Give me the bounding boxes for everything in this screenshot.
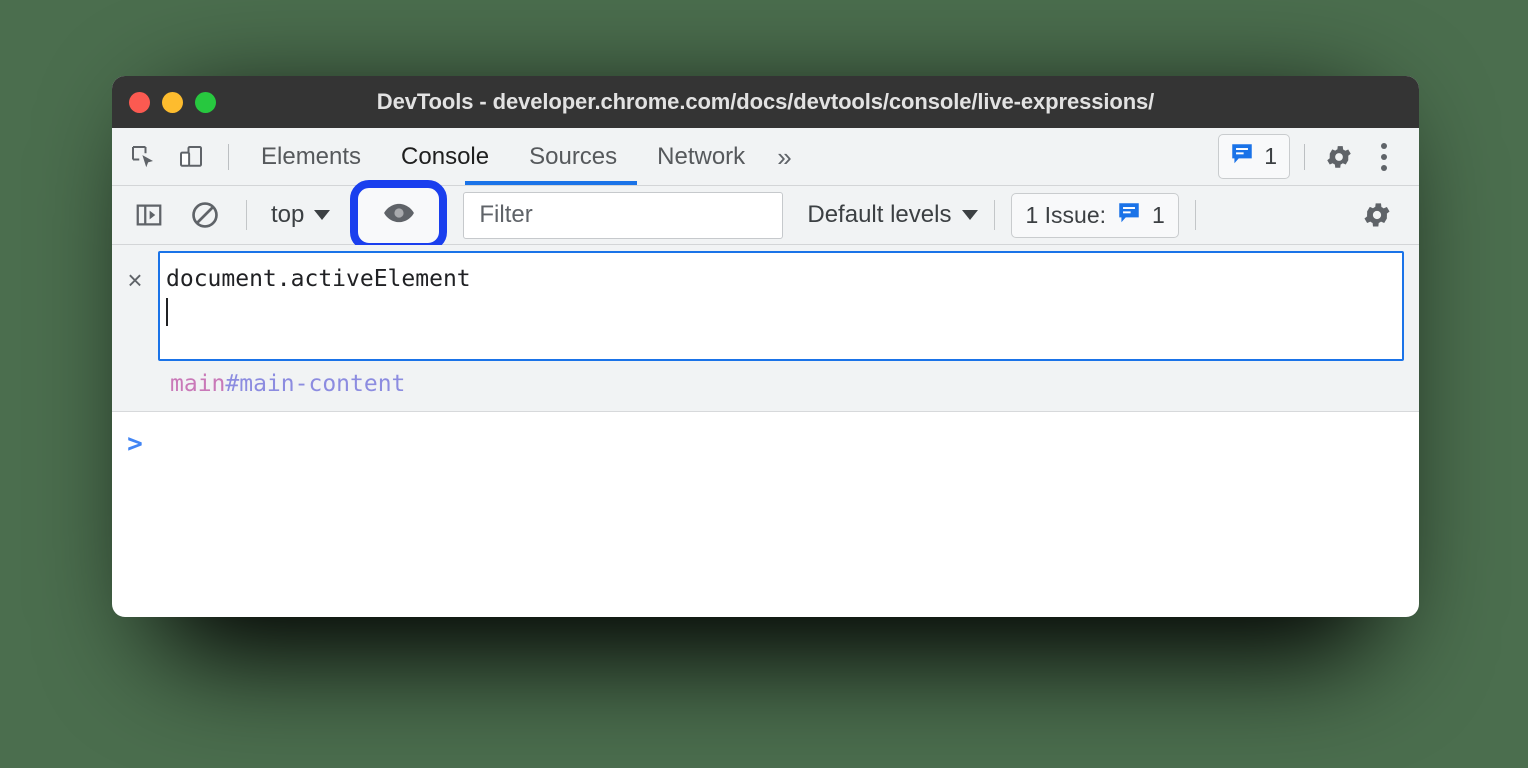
console-output-area[interactable]: > <box>112 412 1419 583</box>
eye-icon <box>380 194 418 237</box>
minimize-window-button[interactable] <box>162 91 183 113</box>
live-expression-result: main#main-content <box>112 361 1419 411</box>
filter-input[interactable]: Filter <box>463 191 784 239</box>
console-toolbar-divider-1 <box>246 200 247 230</box>
console-prompt-icon: > <box>127 429 143 459</box>
console-sidebar-icon[interactable] <box>130 196 168 234</box>
window-controls <box>129 91 216 113</box>
result-element-id: #main-content <box>225 371 406 397</box>
tab-sources[interactable]: Sources <box>509 128 637 186</box>
live-expression-close-button[interactable]: × <box>112 251 158 293</box>
toolbar-divider <box>228 143 229 170</box>
filter-placeholder: Filter <box>479 201 533 228</box>
live-expression-row: × document.activeElement <box>112 251 1419 361</box>
devtools-tab-bar: Elements Console Sources Network » 1 <box>112 128 1419 186</box>
console-toolbar-divider-3 <box>1194 200 1196 230</box>
issues-label: 1 Issue: <box>1025 201 1106 228</box>
device-toolbar-icon[interactable] <box>174 140 208 174</box>
more-vertical-icon[interactable] <box>1367 137 1401 177</box>
tab-console[interactable]: Console <box>381 128 509 186</box>
execution-context-label: top <box>271 201 305 228</box>
tab-elements[interactable]: Elements <box>241 128 381 186</box>
console-toolbar: top Filter Default levels 1 Issue: 1 <box>112 179 1419 251</box>
gear-icon[interactable] <box>1319 137 1359 177</box>
log-levels-selector[interactable]: Default levels <box>807 201 979 229</box>
text-caret <box>166 298 168 326</box>
tabbar-divider-2 <box>1304 143 1305 170</box>
inspect-element-icon[interactable] <box>126 140 160 174</box>
message-bubble-icon <box>1229 141 1255 172</box>
message-bubble-icon <box>1116 200 1142 231</box>
issues-count: 1 <box>1152 201 1165 228</box>
console-prompt-row[interactable]: > <box>112 412 1419 457</box>
message-count-badge[interactable]: 1 <box>1218 134 1290 179</box>
window-title: DevTools - developer.chrome.com/docs/dev… <box>376 89 1155 114</box>
maximize-window-button[interactable] <box>195 91 216 113</box>
chevron-down-icon <box>962 210 979 220</box>
message-count: 1 <box>1264 143 1277 169</box>
title-bar: DevTools - developer.chrome.com/docs/dev… <box>112 76 1419 128</box>
stage: DevTools - developer.chrome.com/docs/dev… <box>0 0 1528 768</box>
live-expression-button-highlight[interactable] <box>350 179 448 251</box>
live-expression-editor[interactable]: document.activeElement <box>158 251 1404 361</box>
live-expression-text: document.activeElement <box>166 266 471 292</box>
log-levels-label: Default levels <box>807 201 952 228</box>
execution-context-selector[interactable]: top <box>265 201 336 229</box>
result-tag-name: main <box>170 371 226 397</box>
live-expression-caret-line <box>166 296 1402 330</box>
gear-icon[interactable] <box>1357 195 1397 235</box>
clear-console-icon[interactable] <box>186 196 224 234</box>
close-window-button[interactable] <box>129 91 150 113</box>
chevron-down-icon <box>314 210 331 220</box>
active-tab-underline <box>465 181 637 185</box>
devtools-window: DevTools - developer.chrome.com/docs/dev… <box>112 76 1419 617</box>
tab-network[interactable]: Network <box>637 128 765 186</box>
live-expression-panel: × document.activeElement main#main-conte… <box>112 245 1419 412</box>
issues-badge[interactable]: 1 Issue: 1 <box>1011 192 1179 238</box>
more-tabs-icon[interactable]: » <box>765 128 803 186</box>
console-toolbar-divider-2 <box>994 200 996 230</box>
